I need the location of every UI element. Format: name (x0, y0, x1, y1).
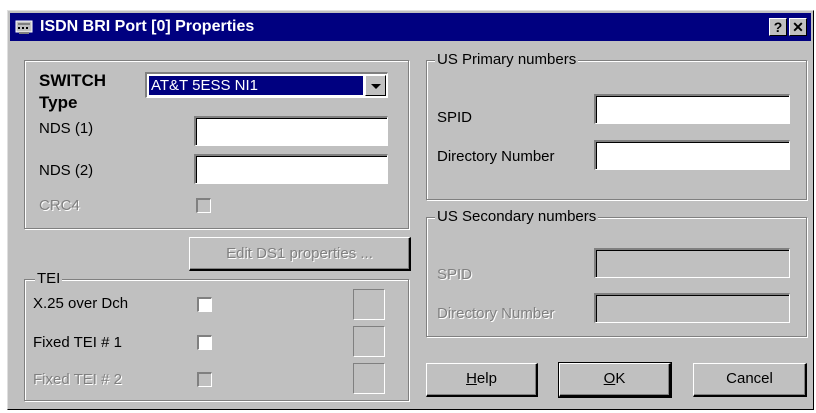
tei-group: TEI X.25 over Dch Fixed TEI # 1 Fixed TE… (24, 270, 409, 401)
help-button[interactable]: Help (426, 363, 538, 397)
nds1-field[interactable] (194, 116, 388, 146)
cancel-button[interactable]: Cancel (693, 363, 807, 397)
us-secondary-spid-label: SPID (437, 266, 473, 283)
switch-type-select[interactable]: AT&T 5ESS NI1 (145, 72, 388, 98)
properties-dialog: ISDN BRI Port [0] Properties ? ✕ SWITCH … (7, 10, 814, 410)
nds2-field[interactable] (194, 154, 388, 184)
fixed-tei-2-label: Fixed TEI # 2 (33, 371, 122, 388)
network-device-icon (15, 20, 33, 34)
fixed-tei-1-label: Fixed TEI # 1 (33, 334, 122, 351)
us-primary-spid-label: SPID (437, 109, 473, 126)
us-primary-numbers-group: US Primary numbers SPID Directory Number (426, 51, 807, 200)
x25-tei-value-box (353, 289, 385, 320)
help-button-mnemonic: H (466, 370, 477, 387)
ok-button-mnemonic: O (603, 370, 616, 387)
fixed-tei-1-value-box (353, 326, 385, 357)
ok-button-label: K (615, 370, 626, 387)
us-secondary-spid-field[interactable] (594, 248, 790, 278)
x25-over-dch-label: X.25 over Dch (33, 295, 129, 312)
switch-type-label-line1: SWITCH (39, 71, 107, 90)
us-secondary-directory-number-field[interactable] (594, 293, 790, 323)
fixed-tei-2-value-box (353, 363, 385, 394)
switch-settings-group: SWITCH Type AT&T 5ESS NI1 NDS (1) NDS (2… (24, 60, 409, 229)
crc4-checkbox[interactable] (196, 198, 211, 213)
nds2-label: NDS (2) (39, 162, 94, 179)
x25-over-dch-checkbox[interactable] (197, 297, 212, 312)
us-primary-legend: US Primary numbers (435, 51, 579, 69)
window-title: ISDN BRI Port [0] Properties (40, 18, 255, 35)
us-primary-directory-number-label: Directory Number (437, 148, 555, 165)
chevron-down-icon[interactable] (365, 75, 386, 96)
ok-button[interactable]: OK (558, 362, 672, 398)
help-icon[interactable]: ? (769, 18, 787, 36)
tei-group-legend: TEI (35, 270, 63, 288)
switch-type-selected-value: AT&T 5ESS NI1 (149, 76, 363, 95)
close-icon[interactable]: ✕ (789, 18, 807, 36)
us-primary-directory-number-field[interactable] (594, 140, 790, 170)
us-primary-spid-field[interactable] (594, 94, 790, 124)
fixed-tei-1-checkbox[interactable] (197, 335, 212, 350)
fixed-tei-2-checkbox[interactable] (197, 372, 212, 387)
us-secondary-legend: US Secondary numbers (435, 208, 599, 226)
us-secondary-directory-number-label: Directory Number (437, 305, 555, 322)
edit-ds1-properties-button[interactable]: Edit DS1 properties ... (189, 237, 411, 271)
nds1-label: NDS (1) (39, 120, 94, 137)
switch-type-label-line2: Type (39, 93, 78, 112)
crc4-label: CRC4 (39, 197, 80, 214)
us-secondary-numbers-group: US Secondary numbers SPID Directory Numb… (426, 208, 807, 337)
help-button-label: elp (476, 370, 497, 387)
title-bar[interactable]: ISDN BRI Port [0] Properties ? ✕ (10, 13, 811, 41)
